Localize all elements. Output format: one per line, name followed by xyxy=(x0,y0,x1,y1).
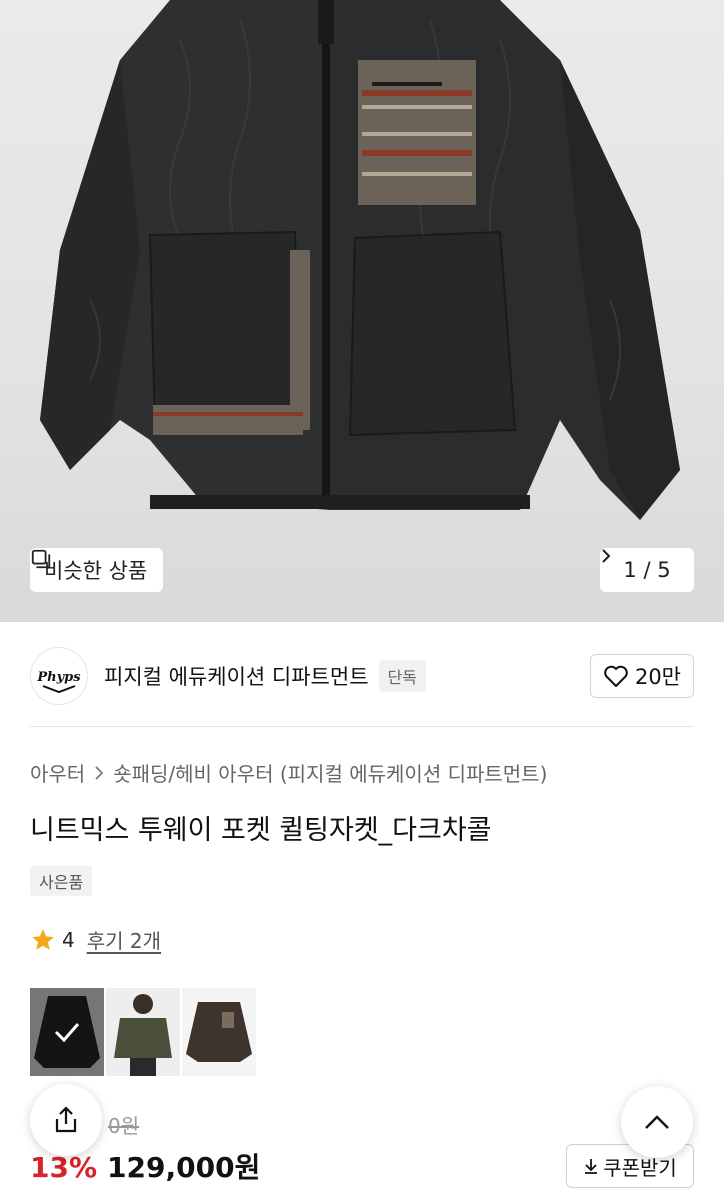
brand-logo-mark: Phyps xyxy=(36,670,81,694)
sale-price: 129,000원 xyxy=(107,1151,261,1184)
color-thumb xyxy=(30,988,104,1076)
color-option-khaki[interactable] xyxy=(106,988,180,1076)
brand-row: Phyps 피지컬 에듀케이션 디파트먼트 단독 20만 xyxy=(30,646,694,706)
chevron-right-icon xyxy=(602,549,611,563)
color-option-dark-charcoal[interactable] xyxy=(30,988,104,1076)
rating: 4 후기 2개 xyxy=(30,925,161,954)
image-pager[interactable]: 1 / 5 xyxy=(600,548,694,592)
star-icon xyxy=(32,928,54,950)
chevron-up-icon xyxy=(645,1115,669,1129)
brand-logo[interactable]: Phyps xyxy=(30,647,88,705)
color-thumb xyxy=(182,988,256,1076)
breadcrumb: 아우터 숏패딩/헤비 아우터 (피지컬 에듀케이션 디파트먼트) xyxy=(30,758,547,787)
like-button[interactable]: 20만 xyxy=(589,654,694,698)
color-thumb xyxy=(106,988,180,1076)
original-price: 0원 xyxy=(108,1114,140,1138)
color-option-brown[interactable] xyxy=(182,988,256,1076)
breadcrumb-item[interactable]: 숏패딩/헤비 아우터 (피지컬 에듀케이션 디파트먼트) xyxy=(113,758,547,787)
svg-text:Phyps: Phyps xyxy=(36,670,81,685)
color-options xyxy=(30,988,256,1076)
similar-icon xyxy=(31,549,51,569)
like-count: 20만 xyxy=(634,665,681,689)
divider xyxy=(30,726,694,727)
heart-icon xyxy=(604,665,628,687)
product-title: 니트믹스 투웨이 포켓 퀼팅자켓_다크차콜 xyxy=(30,815,492,846)
exclusive-badge: 단독 xyxy=(378,660,426,692)
gift-badge: 사은품 xyxy=(30,866,93,896)
brand-name[interactable]: 피지컬 에듀케이션 디파트먼트 xyxy=(104,661,369,691)
share-button[interactable] xyxy=(30,1084,102,1156)
chevron-right-icon xyxy=(95,765,104,780)
scroll-top-button[interactable] xyxy=(621,1086,693,1158)
download-icon xyxy=(585,1159,598,1174)
share-icon xyxy=(55,1106,77,1133)
review-link[interactable]: 후기 2개 xyxy=(87,925,161,954)
similar-products-label: 비슷한 상품 xyxy=(44,559,148,583)
product-image[interactable]: 비슷한 상품 1 / 5 xyxy=(0,0,724,622)
jacket-illustration xyxy=(40,0,680,520)
rating-score: 4 xyxy=(62,927,75,952)
similar-products-button[interactable]: 비슷한 상품 xyxy=(30,548,164,592)
pager-count: 1 / 5 xyxy=(623,558,671,582)
breadcrumb-item[interactable]: 아우터 xyxy=(30,758,85,787)
